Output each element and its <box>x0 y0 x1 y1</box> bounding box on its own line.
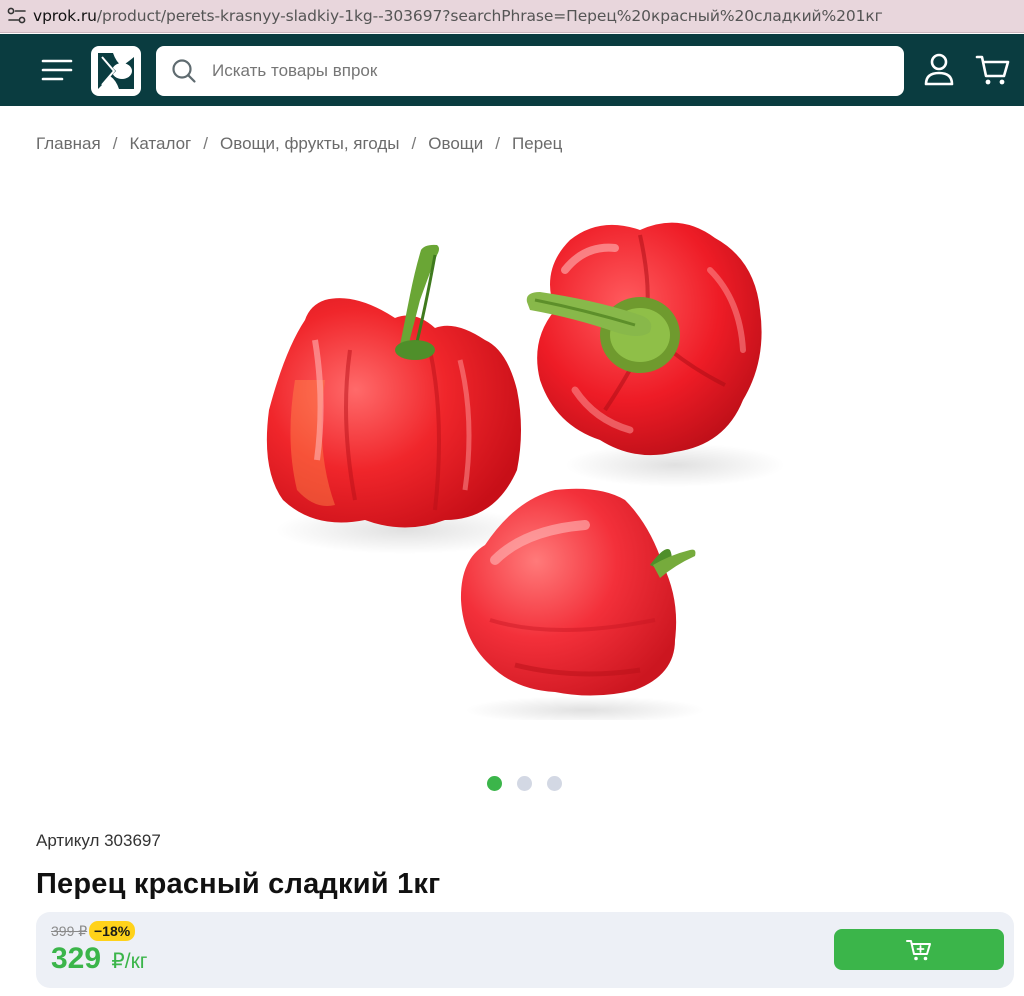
breadcrumb-item-vegetables[interactable]: Овощи <box>428 134 483 154</box>
breadcrumb-separator: / <box>411 134 417 153</box>
url-domain: vprok.ru <box>33 7 97 25</box>
discount-badge: −18% <box>89 921 136 941</box>
add-to-cart-button[interactable] <box>834 929 1004 970</box>
url-text[interactable]: vprok.ru/product/perets-krasnyy-sladkiy-… <box>33 7 883 25</box>
breadcrumb-separator: / <box>495 134 501 153</box>
breadcrumb-item-home[interactable]: Главная <box>36 134 101 154</box>
gallery-dot-2[interactable] <box>517 776 532 791</box>
pepper-top-right <box>526 222 762 456</box>
pepper-left <box>266 244 521 528</box>
breadcrumb: Главная / Каталог / Овощи, фрукты, ягоды… <box>36 134 562 154</box>
product-sku: Артикул 303697 <box>36 831 161 850</box>
cart-icon[interactable] <box>975 52 1011 88</box>
price-unit: ₽/кг <box>111 950 148 973</box>
browser-address-bar[interactable]: vprok.ru/product/perets-krasnyy-sladkiy-… <box>0 0 1024 33</box>
current-price: 329 ₽/кг <box>51 942 147 976</box>
price-value: 329 <box>51 942 102 975</box>
gallery-dot-3[interactable] <box>547 776 562 791</box>
breadcrumb-separator: / <box>203 134 208 153</box>
gallery-dot-1[interactable] <box>487 776 502 791</box>
url-path: /product/perets-krasnyy-sladkiy-1kg--303… <box>96 7 883 25</box>
old-price: 399 ₽ <box>51 923 88 939</box>
search-input[interactable] <box>212 61 872 81</box>
site-settings-icon[interactable] <box>0 0 33 33</box>
cart-add-icon <box>906 939 931 960</box>
site-header <box>0 34 1024 106</box>
price-panel: 399 ₽ −18% 329 ₽/кг <box>36 912 1014 988</box>
menu-icon[interactable] <box>40 58 74 82</box>
breadcrumb-item-pepper[interactable]: Перец <box>512 134 562 154</box>
gallery-pagination <box>487 776 562 791</box>
breadcrumb-separator: / <box>112 134 118 153</box>
search-bar[interactable] <box>156 46 904 96</box>
logo-icon[interactable] <box>91 46 141 96</box>
breadcrumb-item-catalog[interactable]: Каталог <box>129 134 191 154</box>
user-icon[interactable] <box>922 52 956 88</box>
search-icon <box>172 59 196 83</box>
product-image[interactable] <box>255 200 795 724</box>
product-title: Перец красный сладкий 1кг <box>36 868 441 900</box>
breadcrumb-item-produce[interactable]: Овощи, фрукты, ягоды <box>220 134 400 154</box>
